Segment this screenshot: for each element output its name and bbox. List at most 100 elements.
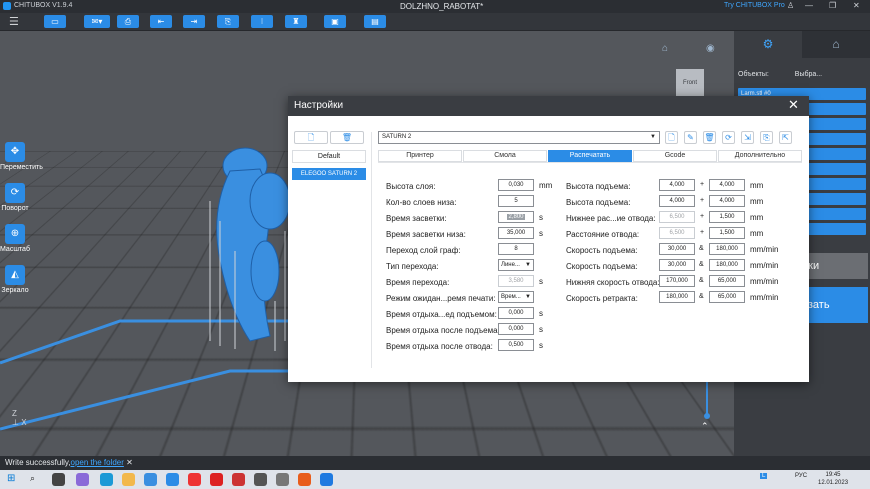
app-icon[interactable] xyxy=(276,473,289,486)
preset-elegoo-saturn-2[interactable]: ELEGOO SATURN 2 xyxy=(292,168,366,180)
home-view-icon[interactable]: ⌂ xyxy=(662,43,668,54)
store-icon[interactable] xyxy=(144,473,157,486)
status-close-icon[interactable]: ✕ xyxy=(126,458,133,467)
new-icon[interactable]: ⇥ xyxy=(183,15,205,28)
yandex-browser-icon[interactable] xyxy=(232,473,245,486)
tab-resin[interactable]: Смола xyxy=(463,150,547,162)
view-icon[interactable]: ▣ xyxy=(324,15,346,28)
wait-mode-select[interactable]: Врем... ▼ xyxy=(498,291,534,303)
open-file-icon[interactable]: ▭ xyxy=(44,15,66,28)
lift-height-a-input[interactable]: 4,000 xyxy=(659,179,695,191)
minimize-button[interactable]: — xyxy=(805,1,813,10)
tab-printer[interactable]: Принтер xyxy=(378,150,462,162)
bottom-exposure-input[interactable]: 35,000 xyxy=(498,227,534,239)
new-preset-button[interactable]: 🗋 xyxy=(294,131,328,144)
rest-before-lift-input[interactable]: 0,000 xyxy=(498,307,534,319)
field-label: Режим ожидан...ремя печати: xyxy=(386,294,496,303)
trash-icon: 🗑 xyxy=(341,133,353,142)
app-icon[interactable] xyxy=(76,473,89,486)
retract-speed-a-input[interactable]: 180,000 xyxy=(659,291,695,303)
tab-print-settings[interactable]: ⚙ xyxy=(734,31,802,58)
save-file-icon[interactable]: ✉▾ xyxy=(84,15,110,28)
tray-app-icon[interactable]: L xyxy=(760,473,768,479)
retract-speed-b-input[interactable]: 65,000 xyxy=(709,291,745,303)
eye-icon[interactable]: ◉ xyxy=(706,43,715,54)
language-indicator[interactable]: РУС xyxy=(795,473,807,479)
lift-speed-b-input[interactable]: 180,000 xyxy=(709,243,745,255)
hamburger-menu-icon[interactable]: ☰ xyxy=(9,15,19,28)
lift-speed-2-a-input[interactable]: 30,000 xyxy=(659,259,695,271)
edge-icon[interactable] xyxy=(100,473,113,486)
field-operator: & xyxy=(699,261,704,268)
delete-preset-button[interactable]: 🗑 xyxy=(330,131,364,144)
explorer-icon[interactable] xyxy=(122,473,135,486)
retract-distance-b-input[interactable]: 1,500 xyxy=(709,227,745,239)
export-icon[interactable]: ⎘ xyxy=(760,131,773,144)
retract-distance-a-input[interactable]: 6,500 xyxy=(659,227,695,239)
edit-printer-icon[interactable]: ✎ xyxy=(684,131,697,144)
tool-move[interactable]: ✥ Переместить xyxy=(0,142,43,171)
settings-icon[interactable]: ▤ xyxy=(364,15,386,28)
maximize-button[interactable]: ❐ xyxy=(829,1,836,10)
lift-height-b-input[interactable]: 4,000 xyxy=(709,179,745,191)
share-icon[interactable]: ⇱ xyxy=(779,131,792,144)
printer-select[interactable]: SATURN 2 ▼ xyxy=(378,131,660,144)
lift-speed-a-input[interactable]: 30,000 xyxy=(659,243,695,255)
dialog-close-button[interactable]: ✕ xyxy=(788,97,799,113)
try-pro-link[interactable]: Try CHITUBOX Pro xyxy=(724,2,785,9)
transition-time-input[interactable]: 3,580 xyxy=(498,275,534,287)
view-cube[interactable]: Front xyxy=(676,69,704,97)
dialog-header: Настройки xyxy=(288,96,809,116)
support-icon[interactable]: ♜ xyxy=(285,15,307,28)
layer-height-input[interactable]: 0,030 xyxy=(498,179,534,191)
redo-icon[interactable]: ⇤ xyxy=(150,15,172,28)
refresh-icon[interactable]: ⟳ xyxy=(722,131,735,144)
transition-type-select[interactable]: Лине... ▼ xyxy=(498,259,534,271)
right-panel-tabs: ⚙ ⌂ xyxy=(734,31,870,58)
copy-icon[interactable]: ⎘ xyxy=(217,15,239,28)
open-folder-link[interactable]: open the folder xyxy=(71,458,124,467)
bottom-retract-b-input[interactable]: 1,500 xyxy=(709,211,745,223)
tab-advanced[interactable]: Дополнительно xyxy=(718,150,802,162)
app-icon[interactable] xyxy=(254,473,267,486)
layer-up-icon[interactable]: ⌃ xyxy=(701,421,709,432)
tool-rotate[interactable]: ⟳ Поворот xyxy=(0,183,30,212)
tool-scale[interactable]: ⊕ Масштаб xyxy=(0,224,30,253)
rest-after-lift-input[interactable]: 0,000 xyxy=(498,323,534,335)
app-l-icon[interactable] xyxy=(166,473,179,486)
transition-layers-input[interactable]: 8 xyxy=(498,243,534,255)
bottom-retract-speed-b-input[interactable]: 65,000 xyxy=(709,275,745,287)
bottom-retract-a-input[interactable]: 6,500 xyxy=(659,211,695,223)
tab-gcode[interactable]: Gcode xyxy=(633,150,717,162)
lift-height-2-a-input[interactable]: 4,000 xyxy=(659,195,695,207)
grid-icon[interactable]: ⁝ xyxy=(251,15,273,28)
select-label[interactable]: Выбра... xyxy=(795,71,822,78)
exposure-time-input[interactable]: 2,800 xyxy=(498,211,534,223)
import-icon[interactable]: ⇲ xyxy=(741,131,754,144)
undo-icon[interactable]: ⎙ xyxy=(117,15,139,28)
clock[interactable]: 19:45 12.01.2023 xyxy=(818,471,848,487)
tool-mirror[interactable]: ◭ Зеркало xyxy=(0,265,30,294)
settings-dialog: Настройки ✕ 🗋 🗑 Default ELEGOO SATURN 2 … xyxy=(288,96,809,382)
lift-speed-2-b-input[interactable]: 180,000 xyxy=(709,259,745,271)
yandex-icon[interactable] xyxy=(188,473,201,486)
search-icon[interactable]: ⌕ xyxy=(30,473,35,484)
taskview-icon[interactable] xyxy=(52,473,65,486)
tab-print[interactable]: Распечатать xyxy=(548,150,632,162)
tab-library[interactable]: ⌂ xyxy=(802,31,870,58)
opera-icon[interactable] xyxy=(210,473,223,486)
lift-height-2-b-input[interactable]: 4,000 xyxy=(709,195,745,207)
delete-printer-icon[interactable]: 🗑 xyxy=(703,131,716,144)
start-icon[interactable]: ⊞ xyxy=(7,473,15,484)
app-icon[interactable] xyxy=(298,473,311,486)
account-icon[interactable]: ♙ xyxy=(787,1,794,10)
add-printer-icon[interactable]: 🗋 xyxy=(665,131,678,144)
field-unit: mm/min xyxy=(750,277,779,286)
rest-after-retract-input[interactable]: 0,500 xyxy=(498,339,534,351)
chitubox-taskbar-icon[interactable] xyxy=(320,473,333,486)
bottom-retract-speed-a-input[interactable]: 170,000 xyxy=(659,275,695,287)
bottom-layers-input[interactable]: 5 xyxy=(498,195,534,207)
close-window-button[interactable]: ✕ xyxy=(853,1,860,10)
preset-default[interactable]: Default xyxy=(292,150,366,163)
field-unit: mm xyxy=(750,181,764,190)
